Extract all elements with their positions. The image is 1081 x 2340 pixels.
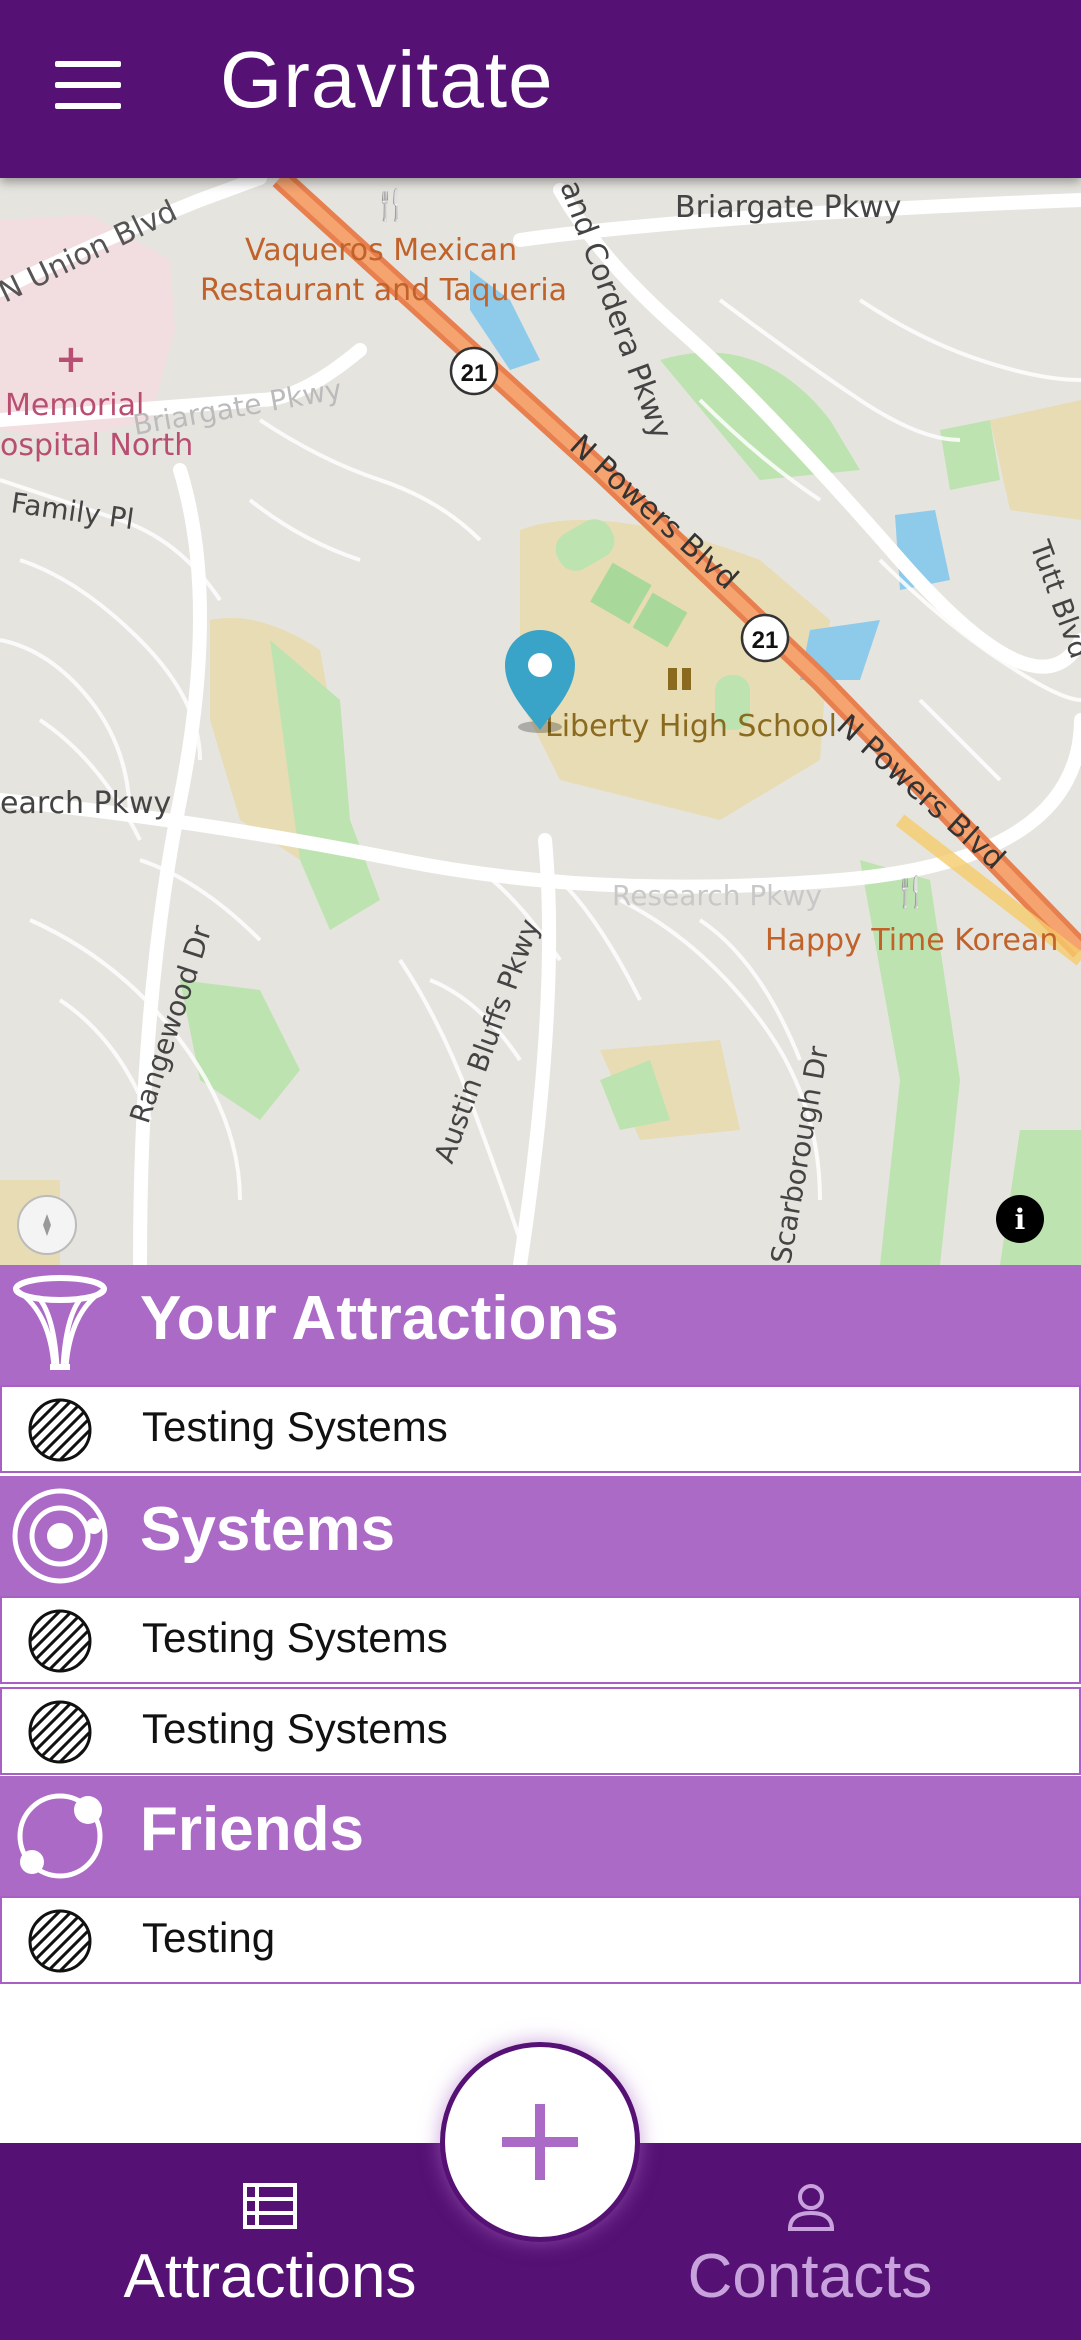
app-bar: Gravitate [0,0,1081,178]
map-label-research: earch Pkwy [0,786,171,821]
svg-text:🍴: 🍴 [892,874,929,910]
map-label-happy-time: Happy Time Korean [765,923,1058,958]
map-label-tutt: Tutt Blvd [1023,535,1081,663]
list-item[interactable]: Testing Systems [0,1596,1081,1684]
nav-label-contacts: Contacts [687,2242,933,2311]
section-title-friends: Friends [140,1795,364,1864]
hamburger-icon-line-1 [55,61,121,67]
map-label-liberty: Liberty High School [545,709,837,744]
map-label-briargate: Briargate Pkwy [675,190,901,225]
plus-icon [502,2104,578,2180]
list-item[interactable]: Testing [0,1896,1081,1984]
hatched-circle-icon [28,1398,92,1462]
nav-tab-attractions[interactable]: Attractions [60,2143,480,2340]
map-label-briargate-faded: Briargate Pkwy [130,373,344,442]
list-item-label: Testing [142,1914,276,1961]
nav-label-attractions: Attractions [123,2242,417,2311]
add-button[interactable] [440,2042,640,2242]
menu-button[interactable] [30,45,121,125]
list-item-label: Testing Systems [142,1403,448,1450]
svg-text:+: + [55,337,87,381]
section-title-systems: Systems [140,1495,396,1564]
orbit-icon [12,1488,108,1584]
map-label-family: Family Pl [9,486,136,536]
section-header-attractions: Your Attractions [0,1265,1081,1385]
map-label-vaqueros-1: Vaqueros Mexican [245,233,517,268]
person-icon [787,2184,835,2231]
map-label-memorial-1: Memorial [5,388,144,423]
map-route-21-a: 21 [461,360,488,387]
binary-orbit-icon [17,1793,103,1879]
nav-tab-contacts[interactable]: Contacts [600,2143,1020,2340]
map-canvas[interactable]: 🍴 🍴 + 21 21 N Union Blvd Vaqueros Mexica… [0,178,1081,1265]
list-item[interactable]: Testing Systems [0,1687,1081,1775]
list-item[interactable]: Testing Systems [0,1385,1081,1473]
list-item-label: Testing Systems [142,1705,448,1752]
map-label-scarborough: Scarborough Dr [764,1043,835,1265]
map-route-21-b: 21 [752,627,779,654]
section-header-systems: Systems [0,1476,1081,1596]
hamburger-icon-line-2 [55,82,121,88]
map-label-powers-2: N Powers Blvd [830,708,1012,877]
list-icon [243,2183,297,2229]
hatched-circle-icon [28,1609,92,1673]
hatched-circle-icon [28,1909,92,1973]
funnel-icon [13,1275,107,1370]
hatched-circle-icon [28,1700,92,1764]
app-title: Gravitate [220,35,554,124]
section-title-attractions: Your Attractions [140,1284,619,1353]
map-label-vaqueros-2: Restaurant and Taqueria [200,273,567,308]
hamburger-icon-line-3 [55,103,121,109]
svg-text:🍴: 🍴 [372,187,409,223]
map-label-research-faded: Research Pkwy [612,879,822,912]
map-view[interactable]: 🍴 🍴 + 21 21 N Union Blvd Vaqueros Mexica… [0,178,1081,1265]
section-header-friends: Friends [0,1776,1081,1896]
list-item-label: Testing Systems [142,1614,448,1661]
compass-icon[interactable] [17,1195,77,1255]
info-button[interactable]: i [996,1195,1044,1243]
